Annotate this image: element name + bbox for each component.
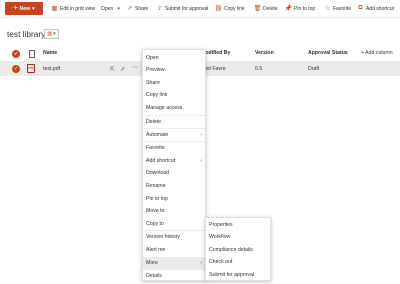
pin-icon: 📌	[284, 6, 293, 12]
chevron-down-icon: ▾	[32, 5, 35, 12]
submenu-item-workflow[interactable]: Workflow	[206, 231, 270, 243]
menu-item-automate-label: Automate	[146, 132, 169, 138]
favorite-label: Favorite	[333, 5, 352, 12]
file-type-icon[interactable]	[29, 50, 35, 58]
add-shortcut-label: Add shortcut	[366, 5, 395, 12]
row-checkbox[interactable]: ✓	[12, 65, 20, 73]
menu-item-add-shortcut[interactable]: Add shortcut ›	[143, 155, 205, 167]
menu-item-alert-me[interactable]: Alert me	[143, 244, 205, 256]
share-icon[interactable]: ⇗	[120, 66, 125, 73]
more-submenu: Properties Workflow Compliance details C…	[205, 217, 271, 281]
shortcut-icon: ⧉	[358, 5, 363, 11]
delete-label: Delete	[263, 5, 278, 12]
approval-status-value: Draft	[308, 66, 320, 72]
add-column-button[interactable]: + Add column	[361, 50, 393, 56]
chevron-down-icon: ▾	[53, 31, 56, 37]
copy-link-label: Copy link	[224, 5, 245, 12]
chevron-right-icon: ›	[200, 132, 202, 138]
menu-item-more-label: More	[146, 260, 158, 266]
menu-item-copy-link[interactable]: Copy link	[143, 89, 205, 101]
new-button[interactable]: + New ▾	[5, 2, 43, 15]
pdf-icon: PDF	[27, 64, 35, 73]
submenu-item-submit-for-approval[interactable]: Submit for approval	[206, 269, 270, 281]
share-label: Share	[135, 5, 149, 12]
copy-link-button[interactable]: ⛓ Copy link	[215, 2, 245, 15]
favorite-button[interactable]: ☆ Favorite	[324, 2, 351, 15]
open-in-icon[interactable]: ⇱	[110, 66, 115, 73]
menu-item-add-shortcut-label: Add shortcut	[146, 158, 176, 164]
link-icon: ⛓	[214, 6, 223, 12]
column-name[interactable]: Name	[43, 50, 57, 56]
library-icon: ▥	[47, 31, 53, 37]
menu-item-version-history[interactable]: Version history	[143, 231, 205, 243]
add-shortcut-button[interactable]: ⧉ Add shortcut	[357, 2, 394, 15]
star-icon: ☆	[324, 6, 331, 12]
chevron-right-icon: ›	[200, 158, 202, 164]
menu-item-preview[interactable]: Preview	[143, 64, 205, 76]
menu-item-download[interactable]: Download	[143, 167, 205, 179]
menu-item-delete[interactable]: Delete	[143, 116, 205, 128]
page-title: test library	[7, 29, 46, 39]
trash-icon: 🗑	[253, 6, 262, 12]
menu-item-share[interactable]: Share	[143, 77, 205, 89]
submit-approval-label: Submit for approval	[165, 5, 209, 12]
chevron-down-icon: ▾	[117, 5, 120, 12]
file-name[interactable]: test.pdf	[43, 66, 60, 72]
submit-icon: ⇪	[156, 6, 163, 12]
column-approval-status[interactable]: Approval Status	[308, 50, 348, 56]
pin-to-top-button[interactable]: 📌 Pin to top	[285, 2, 315, 15]
menu-item-pin-to-top[interactable]: Pin to top	[143, 193, 205, 205]
submenu-item-properties[interactable]: Properties	[206, 219, 270, 231]
grid-icon: ▦	[51, 6, 58, 12]
menu-item-favorite[interactable]: Favorite	[143, 142, 205, 154]
menu-item-move-to[interactable]: Move to	[143, 205, 205, 217]
menu-item-rename[interactable]: Rename	[143, 180, 205, 192]
menu-item-details[interactable]: Details	[143, 270, 205, 282]
select-all-checkbox[interactable]: ✓	[12, 50, 20, 58]
open-label: Open	[101, 5, 114, 12]
pin-to-top-label: Pin to top	[294, 5, 316, 12]
menu-item-copy-to[interactable]: Copy to	[143, 218, 205, 230]
more-actions-icon[interactable]: ⋯	[132, 64, 138, 71]
share-button[interactable]: ↗ Share	[126, 2, 148, 15]
plus-icon: +	[13, 5, 18, 12]
submenu-item-compliance-details[interactable]: Compliance details	[206, 244, 270, 256]
menu-item-more[interactable]: More ›	[143, 257, 205, 269]
column-version[interactable]: Version	[255, 50, 274, 56]
share-icon: ↗	[126, 6, 133, 12]
chevron-right-icon: ›	[200, 260, 202, 266]
menu-item-manage-access[interactable]: Manage access	[143, 102, 205, 114]
version-value: 0.5	[255, 66, 263, 72]
command-bar: + New ▾ ▦ Edit in grid view Open ▾ ↗ Sha…	[0, 0, 400, 18]
delete-button[interactable]: 🗑 Delete	[253, 2, 278, 15]
submenu-item-check-out[interactable]: Check out	[206, 256, 270, 268]
menu-item-automate[interactable]: Automate ›	[143, 129, 205, 141]
edit-grid-label: Edit in grid view	[60, 5, 96, 12]
menu-item-open[interactable]: Open	[143, 52, 205, 64]
new-button-label: New	[19, 5, 31, 12]
context-menu: Open Preview Share Copy link Manage acce…	[142, 49, 206, 281]
library-views-button[interactable]: ▥ ▾	[44, 29, 59, 39]
submit-approval-button[interactable]: ⇪ Submit for approval	[156, 2, 208, 15]
open-button[interactable]: Open ▾	[101, 2, 122, 15]
edit-grid-button[interactable]: ▦ Edit in grid view	[51, 2, 95, 15]
